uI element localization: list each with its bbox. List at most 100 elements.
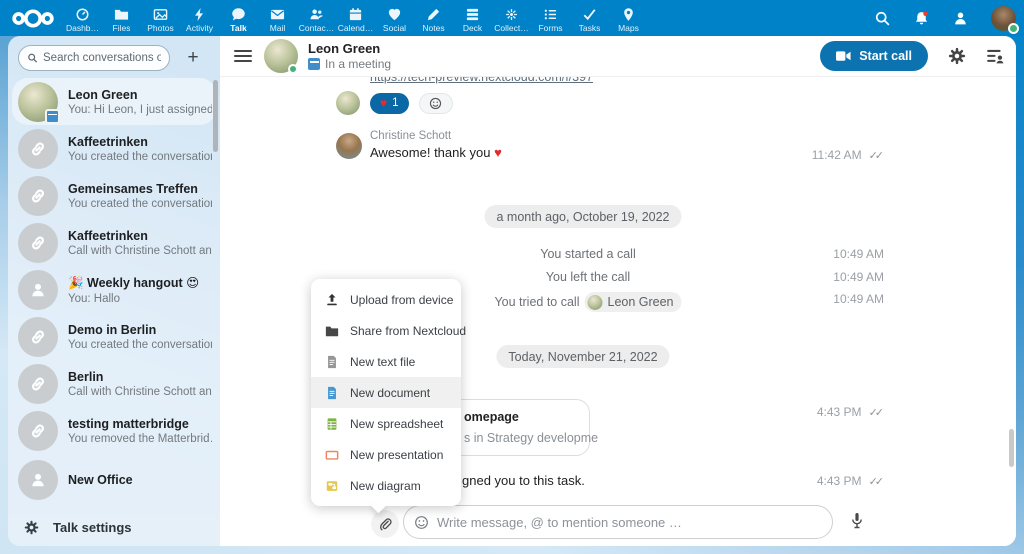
- emoji-picker-icon[interactable]: [414, 515, 429, 530]
- conversation-item-berlin[interactable]: Berlin Call with Christine Schott an…: [8, 360, 220, 407]
- collectives-icon: [504, 7, 519, 22]
- system-message-time: 10:49 AM: [833, 247, 884, 261]
- message-time: 10:49 AM: [833, 270, 884, 284]
- attachment-menu: Upload from device Share from Nextcloud …: [311, 279, 461, 506]
- menu-item-new-spreadsheet[interactable]: New spreadsheet: [311, 408, 461, 439]
- menu-item-new-presentation[interactable]: New presentation: [311, 439, 461, 470]
- conversation-item-kaffeetrinken-2[interactable]: Kaffeetrinken Call with Christine Schott…: [8, 219, 220, 266]
- menu-item-upload-from-device[interactable]: Upload from device: [311, 284, 461, 315]
- avatar: [336, 133, 362, 159]
- conversation-subtitle: Call with Christine Schott an…: [68, 386, 212, 398]
- add-reaction-button[interactable]: [419, 93, 453, 114]
- link-avatar-icon: [18, 223, 58, 263]
- user-mention-chip[interactable]: Leon Green: [584, 292, 681, 312]
- menu-item-new-text-file[interactable]: New text file: [311, 346, 461, 377]
- group-avatar-icon: [18, 270, 58, 310]
- app-deck[interactable]: Deck: [454, 3, 491, 33]
- app-contacts[interactable]: Contac…: [298, 3, 335, 33]
- app-photos[interactable]: Photos: [142, 3, 179, 33]
- system-message: You started a call: [540, 247, 635, 261]
- menu-item-share-from-nextcloud[interactable]: Share from Nextcloud: [311, 315, 461, 346]
- card-subtitle: s in Strategy developme: [464, 431, 598, 445]
- app-label: Notes: [422, 23, 444, 33]
- app-dashboard[interactable]: Dashb…: [64, 3, 101, 33]
- message-input[interactable]: [437, 515, 822, 530]
- app-notes[interactable]: Notes: [415, 3, 452, 33]
- online-status-dot: [288, 64, 298, 74]
- app-tasks[interactable]: Tasks: [571, 3, 608, 33]
- notifications-bell-icon[interactable]: [913, 10, 930, 27]
- menu-item-label: New presentation: [350, 448, 443, 462]
- search-input[interactable]: [43, 52, 161, 64]
- system-message-text: You started a call: [540, 247, 635, 261]
- talk-settings-button[interactable]: Talk settings: [8, 508, 220, 546]
- topbar-right-actions: [874, 0, 1016, 36]
- app-collectives[interactable]: Collect…: [493, 3, 530, 33]
- paperclip-icon: [378, 517, 392, 532]
- app-mail[interactable]: Mail: [259, 3, 296, 33]
- nextcloud-logo-icon[interactable]: [10, 7, 56, 30]
- menu-item-new-diagram[interactable]: New diagram: [311, 470, 461, 501]
- deck-icon: [465, 7, 480, 22]
- system-message-time: 10:49 AM: [833, 292, 884, 306]
- attach-file-button[interactable]: [371, 510, 399, 538]
- conversation-item-testing-matterbridge[interactable]: testing matterbridge You removed the Mat…: [8, 407, 220, 454]
- search-icon: [27, 52, 38, 64]
- shared-link-message[interactable]: https://tech-preview.nextcloud.com/f/397: [370, 77, 593, 84]
- new-conversation-button[interactable]: +: [180, 45, 206, 71]
- spreadsheet-icon: [325, 417, 339, 431]
- menu-item-label: Share from Nextcloud: [350, 324, 466, 338]
- app-label: Tasks: [579, 23, 601, 33]
- app-files[interactable]: Files: [103, 3, 140, 33]
- avatar: [336, 91, 360, 115]
- app-label: Maps: [618, 23, 639, 33]
- reaction-count: 1: [392, 97, 398, 109]
- conversation-item-new-office[interactable]: New Office: [8, 454, 220, 506]
- mail-icon: [270, 7, 285, 22]
- app-label: Calend…: [338, 23, 373, 33]
- heart-icon: [387, 7, 402, 22]
- app-calendar[interactable]: Calend…: [337, 3, 374, 33]
- conversation-status: In a meeting: [325, 57, 391, 71]
- conversation-item-gemeinsames-treffen[interactable]: Gemeinsames Treffen You created the conv…: [8, 172, 220, 219]
- voice-message-button[interactable]: [848, 512, 866, 534]
- open-right-sidebar-button[interactable]: [986, 47, 1004, 65]
- app-label: Dashb…: [66, 23, 99, 33]
- heart-icon: ♥: [380, 96, 387, 110]
- message-meta: 4:43 PM ✓✓: [817, 405, 884, 419]
- user-avatar[interactable]: [991, 6, 1016, 31]
- app-activity[interactable]: Activity: [181, 3, 218, 33]
- app-maps[interactable]: Maps: [610, 3, 647, 33]
- conversation-subtitle: You removed the Matterbrid…: [68, 433, 212, 445]
- conversation-search[interactable]: [18, 45, 170, 71]
- start-call-button[interactable]: Start call: [820, 41, 928, 71]
- conversation-title: Leon Green: [308, 41, 391, 56]
- avatar: [18, 82, 58, 122]
- conversation-item-leon-green[interactable]: Leon Green You: Hi Leon, I just assigned…: [12, 78, 216, 125]
- app-label: Files: [113, 23, 131, 33]
- text-file-icon: [325, 355, 339, 369]
- search-icon[interactable]: [874, 10, 891, 27]
- app-talk[interactable]: Talk: [220, 3, 257, 33]
- conversation-title: Gemeinsames Treffen: [68, 182, 212, 196]
- conversation-title: Kaffeetrinken: [68, 229, 212, 243]
- heart-reaction-pill[interactable]: ♥ 1: [370, 93, 409, 114]
- app-social[interactable]: Social: [376, 3, 413, 33]
- folder-icon: [114, 7, 129, 22]
- link-avatar-icon: [18, 364, 58, 404]
- conversation-title: Berlin: [68, 370, 212, 384]
- conversation-item-kaffeetrinken[interactable]: Kaffeetrinken You created the conversati…: [8, 125, 220, 172]
- document-icon: [325, 386, 339, 400]
- app-label: Forms: [538, 23, 562, 33]
- contacts-menu-icon[interactable]: [952, 10, 969, 27]
- conversation-settings-button[interactable]: [948, 47, 966, 65]
- menu-item-new-document[interactable]: New document: [311, 377, 461, 408]
- conversation-item-weekly-hangout[interactable]: 🎉 Weekly hangout 😍 You: Hallo: [8, 266, 220, 313]
- conversation-item-demo-in-berlin[interactable]: Demo in Berlin You created the conversat…: [8, 313, 220, 360]
- app-forms[interactable]: Forms: [532, 3, 569, 33]
- hamburger-menu-icon[interactable]: [234, 47, 252, 65]
- forms-icon: [543, 7, 558, 22]
- smiley-icon: [429, 97, 442, 110]
- chat-scrollbar[interactable]: [1009, 429, 1014, 467]
- sidebar-scrollbar[interactable]: [213, 80, 218, 152]
